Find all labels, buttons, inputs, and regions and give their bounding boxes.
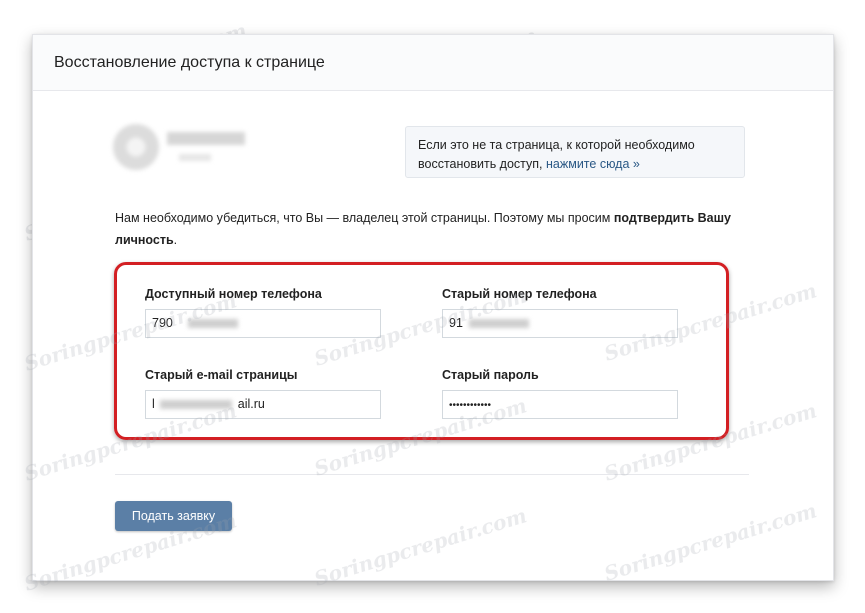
click-here-link[interactable]: нажмите сюда » (546, 157, 640, 171)
phone-input[interactable]: 790 (145, 309, 381, 338)
divider (115, 474, 749, 475)
user-info-blurred (179, 154, 211, 161)
phone-label: Доступный номер телефона (145, 287, 322, 301)
old-password-value: •••••••••••• (449, 400, 492, 411)
blurred-digits (469, 319, 530, 329)
intro-text: Нам необходимо убедиться, что Вы — владе… (115, 207, 755, 251)
blurred-digits (188, 319, 239, 329)
old-phone-input[interactable]: 91 (442, 309, 678, 338)
avatar (113, 124, 159, 170)
intro-end: . (173, 233, 178, 247)
intro-main: Нам необходимо убедиться, что Вы — владе… (115, 211, 611, 225)
old-phone-label: Старый номер телефона (442, 287, 597, 301)
phone-value: 790 (152, 316, 173, 330)
old-email-input[interactable]: l ail.ru (145, 390, 381, 419)
wrong-page-notice: Если это не та страница, к которой необх… (405, 126, 745, 178)
recovery-page: Восстановление доступа к странице Если э… (32, 34, 834, 581)
old-password-input[interactable]: •••••••••••• (442, 390, 678, 419)
user-name-blurred (167, 132, 245, 145)
old-email-label: Старый e-mail страницы (145, 368, 298, 382)
old-email-value: l (152, 397, 155, 411)
blurred-email (160, 400, 233, 410)
page-header: Восстановление доступа к странице (33, 35, 833, 91)
old-phone-value: 91 (449, 316, 463, 330)
old-password-label: Старый пароль (442, 368, 539, 382)
old-email-tail: ail.ru (237, 397, 265, 411)
page-title: Восстановление доступа к странице (54, 54, 325, 71)
submit-request-button[interactable]: Подать заявку (115, 501, 232, 531)
